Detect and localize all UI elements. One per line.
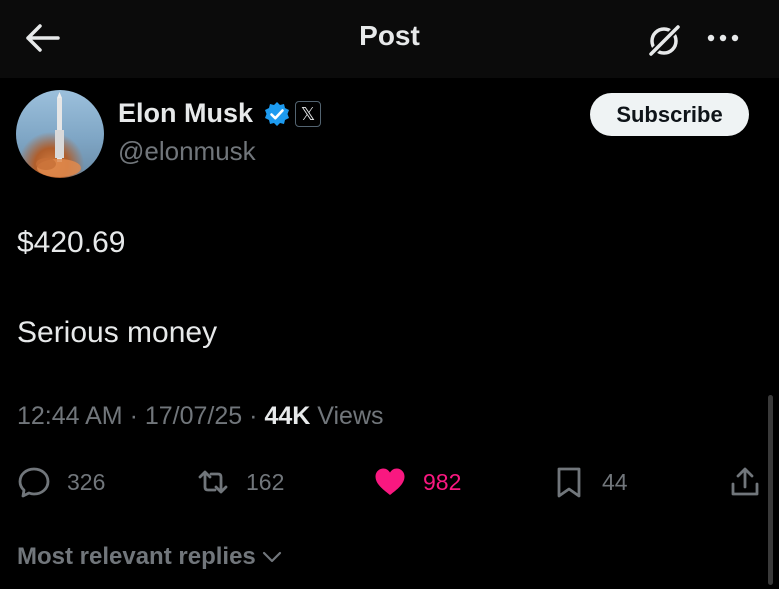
chevron-down-icon [262, 551, 281, 563]
heart-icon [375, 468, 405, 495]
rocket-image [36, 92, 81, 177]
more-horizontal-icon [707, 34, 739, 42]
verified-badge-icon [265, 102, 289, 126]
more-options-button[interactable] [703, 22, 743, 54]
avatar[interactable] [16, 90, 104, 178]
scrollbar[interactable] [768, 395, 773, 585]
post-date[interactable]: 17/07/25 [145, 402, 242, 430]
reply-button[interactable]: 326 [17, 464, 105, 500]
share-icon [731, 467, 759, 496]
grok-icon [647, 23, 682, 58]
post-text-line: $420.69 [17, 226, 126, 259]
grok-button[interactable] [644, 20, 684, 60]
views-label: Views [317, 402, 384, 430]
repost-button[interactable]: 162 [196, 464, 284, 500]
bookmark-button[interactable]: 44 [552, 464, 628, 500]
bookmark-count: 44 [602, 468, 628, 495]
like-count: 982 [423, 468, 462, 495]
top-bar: Post [0, 0, 779, 78]
replies-sort-label: Most relevant replies [17, 543, 256, 570]
meta-separator: · [129, 402, 145, 430]
reply-count: 326 [67, 468, 106, 495]
repost-count: 162 [246, 468, 285, 495]
repost-icon [198, 470, 228, 494]
share-button[interactable] [728, 464, 762, 500]
post-time[interactable]: 12:44 AM [17, 402, 123, 430]
like-button[interactable]: 982 [373, 464, 461, 500]
affiliate-badge[interactable]: 𝕏 [295, 101, 321, 127]
author-name[interactable]: Elon Musk [118, 98, 253, 129]
post-text-line: Serious money [17, 316, 218, 349]
subscribe-button[interactable]: Subscribe [590, 93, 749, 136]
meta-separator: · [249, 402, 265, 430]
reply-icon [18, 467, 50, 498]
bookmark-icon [557, 467, 581, 498]
views-count: 44K [264, 402, 311, 430]
replies-sort-dropdown[interactable]: Most relevant replies [17, 543, 284, 571]
post-meta: 12:44 AM · 17/07/25 · 44K Views [17, 402, 384, 431]
author-handle[interactable]: @elonmusk [118, 136, 256, 167]
